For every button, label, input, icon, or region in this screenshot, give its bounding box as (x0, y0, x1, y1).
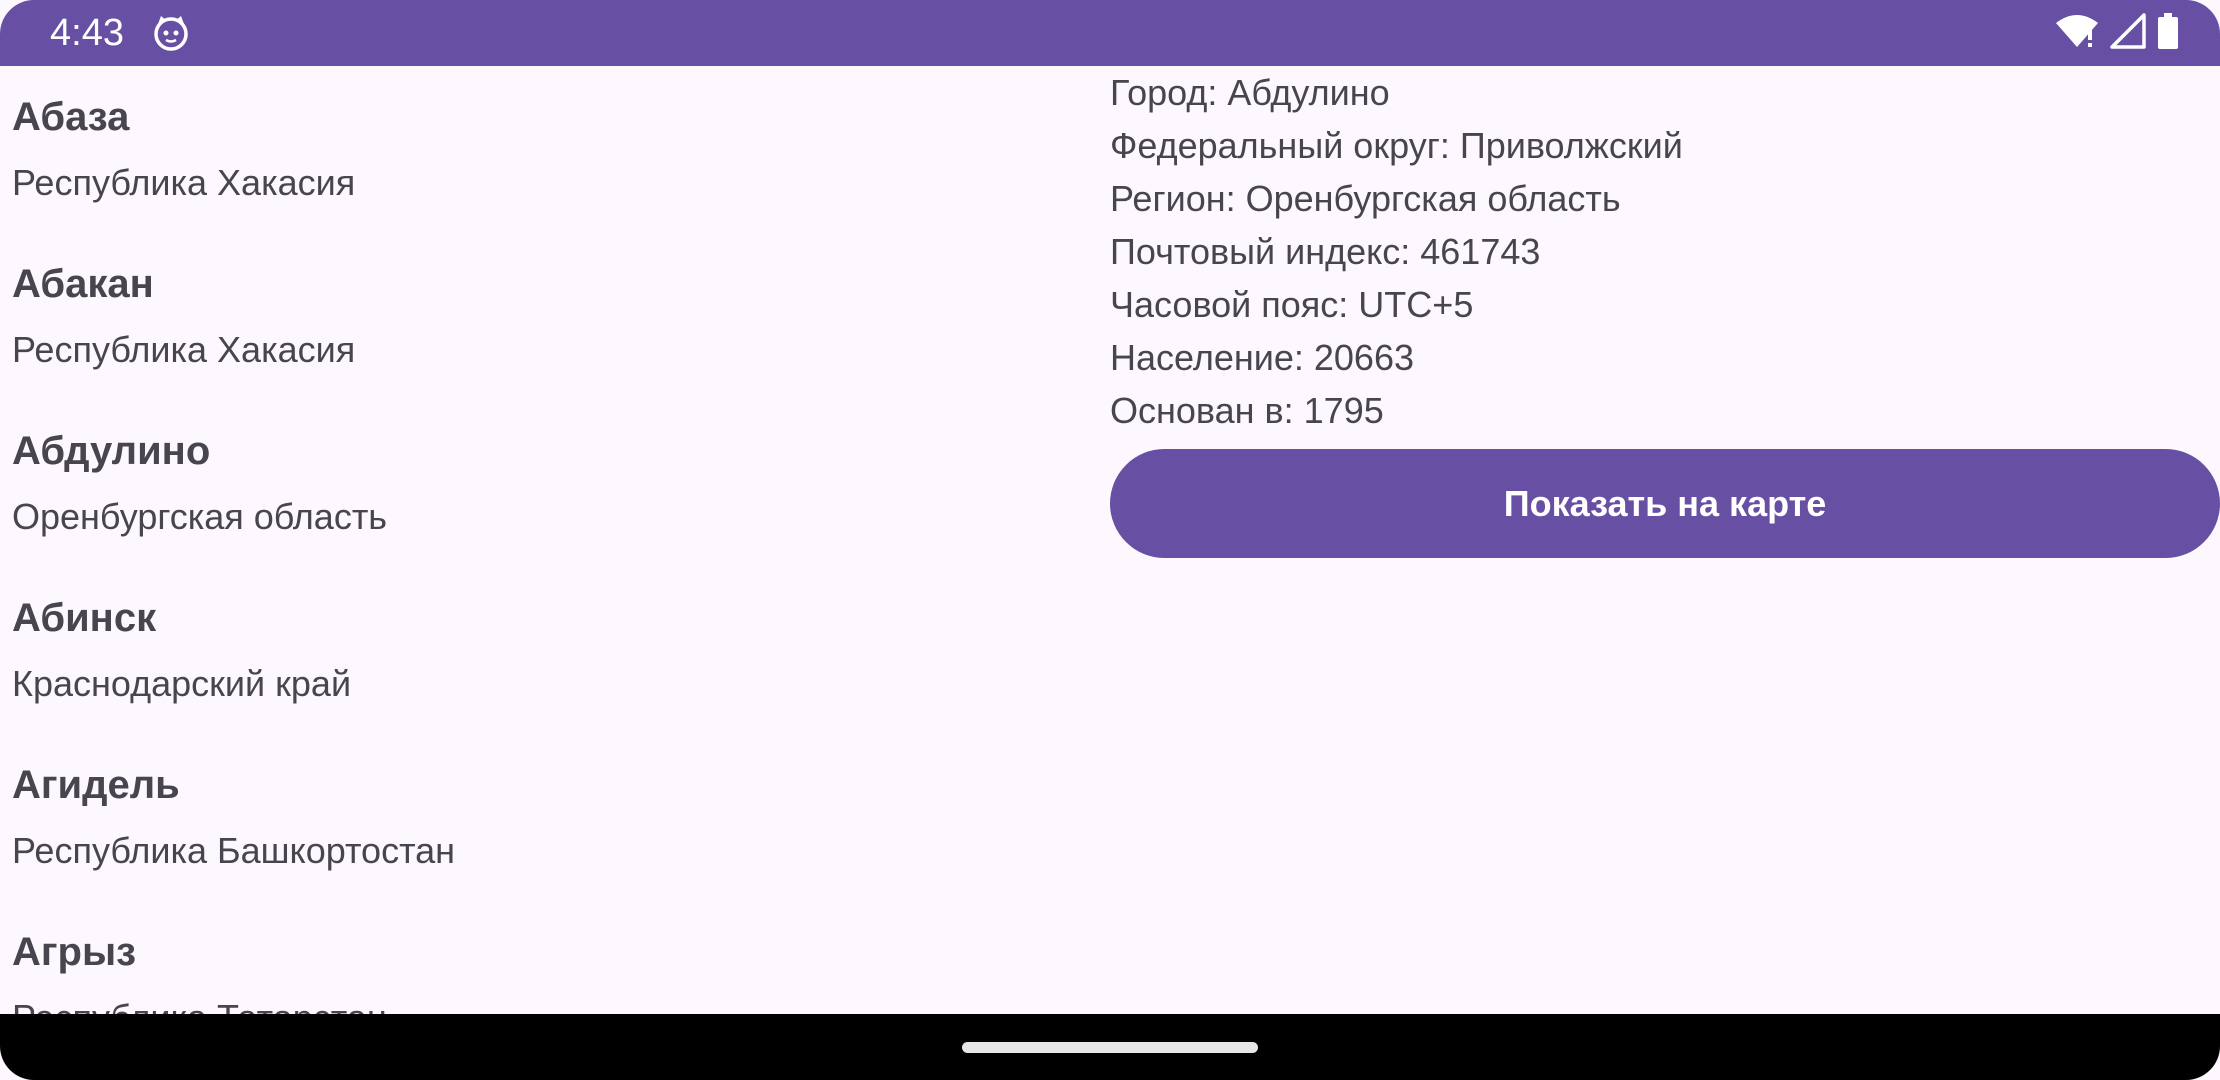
city-list-item[interactable]: Абинск Краснодарский край (12, 567, 1072, 734)
wifi-icon (2054, 13, 2100, 54)
detail-city: Город: Абдулино (1110, 72, 1390, 113)
app-screen: 4:43 Абаза Республика Хакасия Абакан Рес… (0, 0, 2220, 1080)
battery-icon (2156, 12, 2180, 54)
city-list-item[interactable]: Абаза Республика Хакасия (12, 66, 1072, 233)
city-name: Абдулино (12, 429, 211, 473)
city-region: Республика Башкортостан (12, 830, 456, 871)
show-on-map-button[interactable]: Показать на карте (1110, 449, 2220, 558)
navigation-bar (0, 1014, 2220, 1080)
signal-icon (2110, 12, 2146, 54)
detail-population: Население: 20663 (1110, 337, 1414, 378)
city-list-item[interactable]: Агрыз Республика Татарстан (12, 901, 1072, 1014)
city-list-item[interactable]: Абдулино Оренбургская область (12, 400, 1072, 567)
city-name: Абакан (12, 262, 154, 306)
detail-founded: Основан в: 1795 (1110, 390, 1384, 431)
status-icons (2054, 12, 2180, 54)
city-region: Республика Хакасия (12, 162, 356, 203)
city-name: Абаза (12, 95, 130, 139)
city-list-item[interactable]: Агидель Республика Башкортостан (12, 734, 1072, 901)
detail-timezone: Часовой пояс: UTC+5 (1110, 284, 1474, 325)
city-region: Краснодарский край (12, 663, 352, 704)
detail-federal-district: Федеральный округ: Приволжский (1110, 125, 1683, 166)
status-bar: 4:43 (0, 0, 2220, 66)
city-region: Оренбургская область (12, 496, 388, 537)
city-list: Абаза Республика Хакасия Абакан Республи… (0, 66, 1100, 1014)
city-region: Республика Хакасия (12, 329, 356, 370)
city-name: Абинск (12, 596, 157, 640)
city-name: Агрыз (12, 930, 137, 974)
detail-region: Регион: Оренбургская область (1110, 178, 1621, 219)
detail-postal-code: Почтовый индекс: 461743 (1110, 231, 1541, 272)
status-time: 4:43 (50, 12, 124, 54)
notification-cat-icon (152, 14, 190, 52)
city-list-item[interactable]: Абакан Республика Хакасия (12, 233, 1072, 400)
home-gesture-handle[interactable] (962, 1042, 1258, 1053)
city-name: Агидель (12, 763, 180, 807)
city-region: Республика Татарстан (12, 997, 387, 1014)
